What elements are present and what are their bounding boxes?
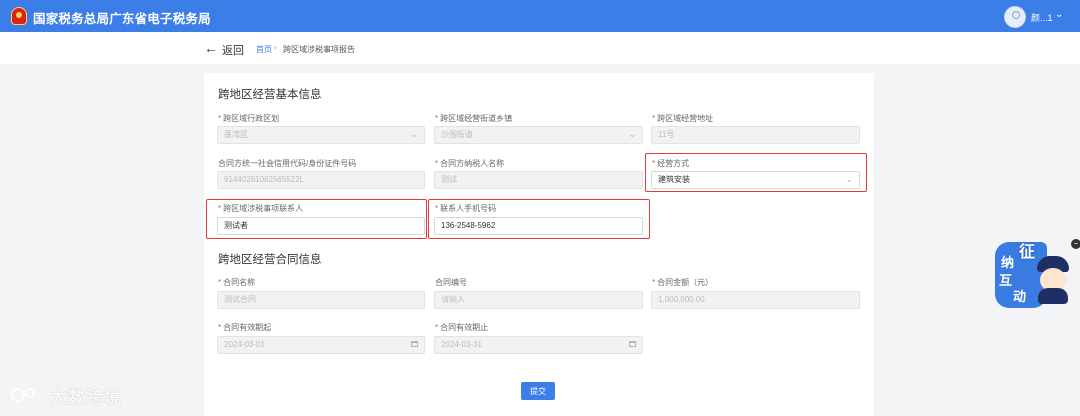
contract-party-id-input[interactable]: 91440281082565522L [217, 171, 425, 189]
user-menu-chevron-icon[interactable]: ⌄ [1055, 9, 1063, 20]
section-basic-info-title: 跨地区经营基本信息 [218, 89, 322, 101]
mascot-char-2: 纳 [1001, 255, 1015, 270]
submit-button[interactable]: 提交 [521, 382, 555, 400]
section-contract-info-title: 跨地区经营合同信息 [218, 254, 322, 266]
contract-amount-label: * 合同金额（元） [652, 278, 714, 287]
admin-region-select[interactable]: 蓬湾区 ⌄ [217, 126, 425, 144]
back-arrow-icon[interactable]: ← [204, 40, 218, 56]
user-name[interactable]: 颜...1 [1031, 11, 1053, 24]
calendar-icon [411, 341, 418, 347]
breadcrumb-current: 跨区域涉税事项报告 [283, 45, 355, 54]
chevron-down-icon: ⌄ [845, 174, 853, 184]
app-title: 国家税务总局广东省电子税务局 [33, 12, 211, 26]
valid-to-date-picker[interactable]: 2024-03-31 [434, 336, 643, 354]
chevron-down-icon: ⌄ [628, 129, 636, 139]
contract-party-name-input[interactable]: 测试 [434, 171, 643, 189]
valid-from-label: * 合同有效期起 [218, 323, 272, 332]
contact-person-label: * 跨区域涉税事项联系人 [218, 204, 304, 213]
contract-number-label: 合同编号 [435, 278, 467, 287]
valid-to-label: * 合同有效期止 [435, 323, 489, 332]
calendar-icon [629, 341, 636, 347]
address-input[interactable]: 11号 [651, 126, 860, 144]
contact-person-input[interactable]: 测试者 [217, 217, 425, 235]
business-mode-select[interactable]: 建筑安装 ⌄ [651, 171, 860, 189]
mascot-close-icon[interactable]: − [1071, 239, 1080, 249]
contract-name-input[interactable]: 测试合同 [217, 291, 425, 309]
street-town-select[interactable]: 沙围街道 ⌄ [434, 126, 643, 144]
contact-phone-label: * 联系人手机号码 [435, 204, 497, 213]
contract-name-label: * 合同名称 [218, 278, 256, 287]
sub-navigation [0, 32, 1080, 64]
mascot-char-4: 动 [1013, 289, 1027, 304]
assistant-mascot-widget[interactable]: 征 纳 互 动 [995, 238, 1080, 310]
tax-logo-icon [11, 7, 27, 25]
admin-region-label: * 跨区域行政区划 [218, 114, 280, 123]
breadcrumb-home-link[interactable]: 首页 [256, 44, 272, 55]
watermark-logo-icon [11, 388, 35, 402]
contract-party-id-label: 合同方统一社会信用代码/身份证件号码 [218, 159, 357, 168]
valid-from-date-picker[interactable]: 2024-03-01 [217, 336, 425, 354]
street-town-label: * 跨区域经营街道乡镇 [435, 114, 513, 123]
business-mode-label: * 经营方式 [652, 159, 690, 168]
mascot-char-3: 互 [999, 273, 1013, 288]
contract-number-input[interactable]: 请输入 [434, 291, 643, 309]
back-button[interactable]: 返回 [222, 42, 244, 58]
watermark-text: 大数跨境 [50, 388, 122, 407]
chevron-down-icon: ⌄ [410, 129, 418, 139]
address-label: * 跨区域经营地址 [652, 114, 714, 123]
contract-party-name-label: * 合同方纳税人名称 [435, 159, 505, 168]
mascot-character-icon [1033, 252, 1073, 304]
user-avatar-icon[interactable] [1004, 6, 1026, 28]
contact-phone-input[interactable]: 136-2548-5962 [434, 217, 643, 235]
form-panel [204, 73, 874, 416]
breadcrumb-separator: › [274, 43, 277, 52]
contract-amount-input[interactable]: 1,000,000.00 [651, 291, 860, 309]
